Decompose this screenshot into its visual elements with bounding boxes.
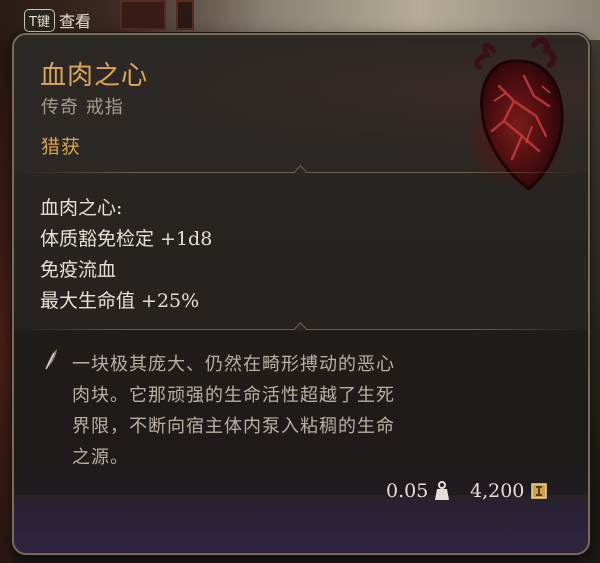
item-source: 猎获 bbox=[41, 136, 82, 158]
weight-value: 0.05 bbox=[386, 480, 429, 502]
weight-icon bbox=[435, 481, 450, 500]
item-weight: 0.05 bbox=[386, 480, 450, 502]
game-scene: T键 查看 血肉之心 传奇 戒指 猎获 血肉之心: 体质豁免检定 +1d8 免疫… bbox=[0, 0, 600, 563]
item-name: 血肉之心 bbox=[40, 61, 149, 91]
stat-line: 体质豁免检定 +1d8 bbox=[40, 228, 213, 250]
inventory-slot[interactable] bbox=[120, 0, 166, 30]
tooltip-header: 血肉之心 传奇 戒指 猎获 bbox=[14, 35, 588, 191]
item-tooltip: 血肉之心 传奇 戒指 猎获 血肉之心: 体质豁免检定 +1d8 免疫流血 最大生… bbox=[12, 33, 590, 555]
hotkey-label: 查看 bbox=[58, 12, 91, 31]
stat-line: 免疫流血 bbox=[40, 259, 117, 281]
item-rarity-type: 传奇 戒指 bbox=[41, 97, 124, 118]
section-divider bbox=[14, 165, 588, 178]
price-value: 4,200 bbox=[470, 480, 525, 502]
stat-line: 最大生命值 +25% bbox=[40, 290, 200, 312]
hotkey-key: T键 bbox=[24, 8, 55, 32]
item-stats: 血肉之心: 体质豁免检定 +1d8 免疫流血 最大生命值 +25% bbox=[40, 193, 212, 317]
stats-header: 血肉之心: bbox=[40, 197, 123, 219]
inspect-hotkey-hint: T键 查看 bbox=[24, 8, 91, 32]
item-price: 4,200 bbox=[470, 480, 548, 502]
quill-icon bbox=[45, 349, 57, 370]
item-description: 一块极其庞大、仍然在畸形搏动的恶心肉块。它那顽强的生命活性超越了生死界限，不断向… bbox=[72, 354, 395, 468]
inventory-slot[interactable] bbox=[176, 0, 194, 30]
gold-coin-icon bbox=[531, 483, 548, 499]
left-frame-rail bbox=[0, 40, 12, 563]
